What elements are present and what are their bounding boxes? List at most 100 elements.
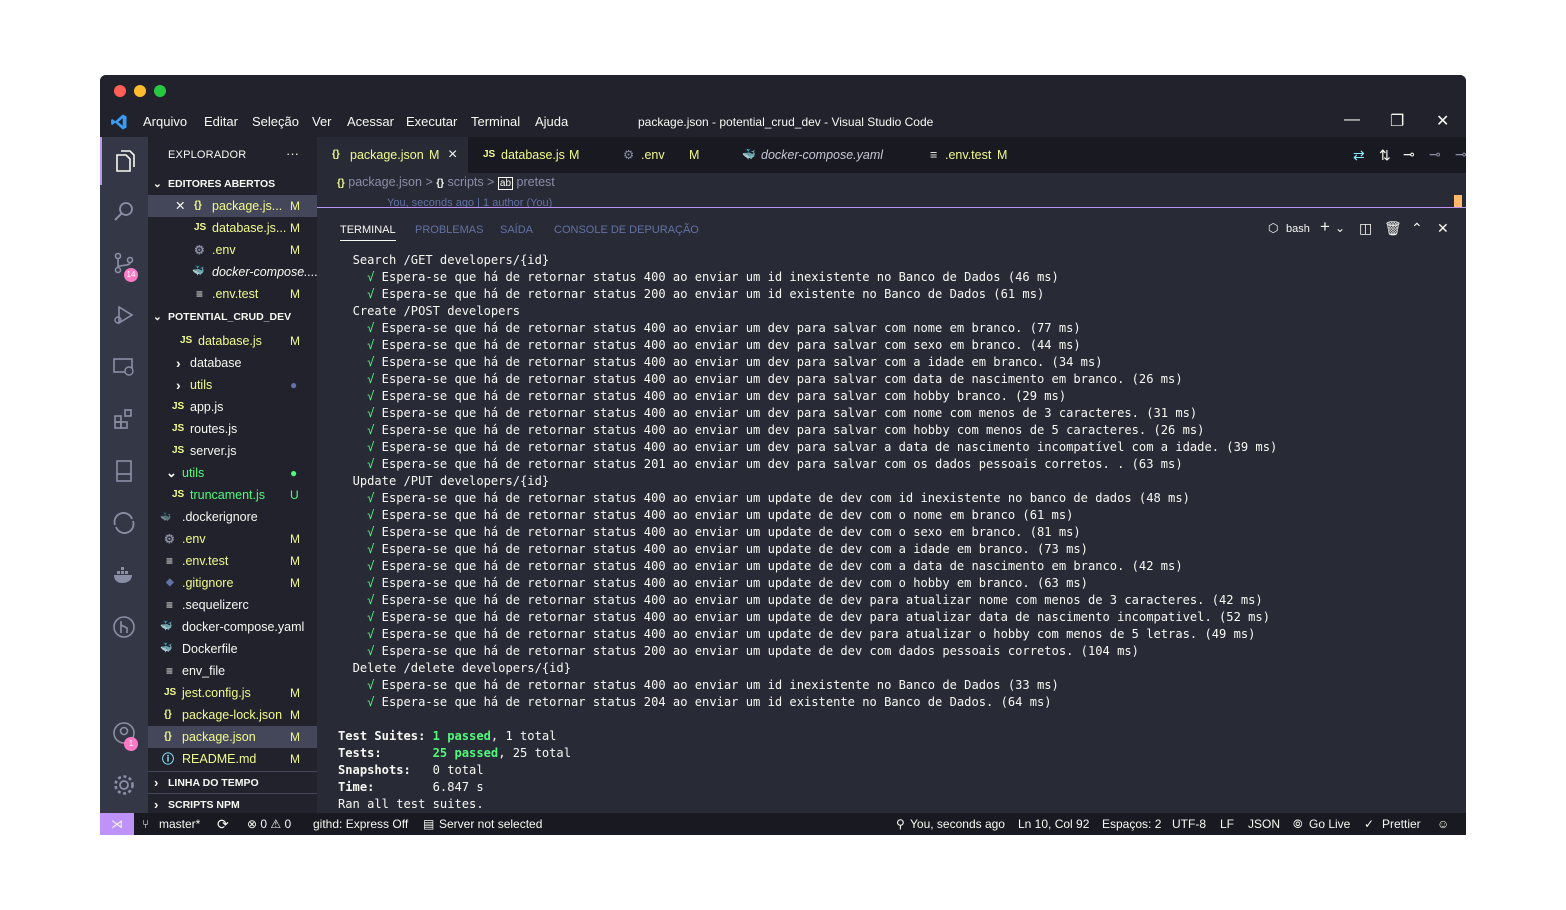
zoom-window-dot[interactable]	[154, 85, 166, 97]
explorer-icon[interactable]	[112, 149, 136, 173]
tab-problemas[interactable]: PROBLEMAS	[415, 224, 483, 236]
tab-console-depuracao[interactable]: CONSOLE DE DEPURAÇÃO	[554, 224, 699, 236]
timeline-section[interactable]: › LINHA DO TEMPO	[148, 771, 317, 794]
tab-terminal[interactable]: TERMINAL	[340, 224, 396, 241]
tab-env-test[interactable]: ≡ .env.test M	[916, 137, 1036, 173]
file-item[interactable]: JS truncament.js U	[148, 484, 317, 506]
previous-change-icon[interactable]: ⊸	[1429, 146, 1441, 163]
docker-icon[interactable]	[112, 563, 136, 587]
javascript-icon: JS	[194, 222, 207, 233]
close-icon[interactable]: ×	[448, 137, 457, 173]
problems-indicator[interactable]: ⊗ 0 ⚠ 0	[247, 813, 291, 835]
file-item[interactable]: JS jest.config.js M	[148, 682, 317, 704]
menu-executar[interactable]: Executar	[406, 114, 457, 129]
breadcrumb-leaf[interactable]: pretest	[517, 175, 555, 189]
cursor-position[interactable]: Ln 10, Col 92	[1018, 813, 1089, 835]
menu-acessar[interactable]: Acessar	[347, 114, 394, 129]
file-item[interactable]: JS routes.js	[148, 418, 317, 440]
extensions-icon[interactable]	[112, 407, 136, 431]
folder-item[interactable]: › utils ●	[148, 374, 317, 396]
trash-icon[interactable]: 🗑	[1384, 220, 1402, 237]
menu-terminal[interactable]: Terminal	[471, 114, 520, 129]
gear-icon[interactable]	[112, 773, 136, 797]
git-graph-icon[interactable]	[112, 615, 136, 639]
tab-env[interactable]: ⚙ .env M	[609, 137, 728, 173]
run-debug-icon[interactable]	[112, 303, 136, 327]
blame-status[interactable]: You, seconds ago	[910, 813, 1005, 835]
file-item[interactable]: {} package.json M	[148, 726, 317, 748]
restore-icon[interactable]: ❐	[1390, 111, 1404, 131]
chevron-down-icon[interactable]: ⌄	[1335, 221, 1345, 235]
file-item[interactable]: ≡ env_file	[148, 660, 317, 682]
file-item[interactable]: JS app.js	[148, 396, 317, 418]
file-item[interactable]: 🐳 .dockerignore	[148, 506, 317, 528]
breadcrumb-key[interactable]: scripts	[448, 175, 484, 189]
file-item[interactable]: ≡ .sequelizerc	[148, 594, 317, 616]
next-change-icon[interactable]: ⊸	[1455, 146, 1466, 163]
open-editor-item[interactable]: ⚙ .env M	[148, 239, 317, 261]
open-changes-icon[interactable]: ⇅	[1379, 147, 1391, 164]
open-editor-item[interactable]: JS database.js... M	[148, 217, 317, 239]
close-window-dot[interactable]	[114, 85, 126, 97]
untracked-dot-icon: ●	[290, 466, 298, 480]
close-icon[interactable]: ✕	[1436, 111, 1449, 131]
sync-icon[interactable]: ⟳	[217, 813, 229, 835]
tab-database-js[interactable]: JS database.js M	[468, 137, 609, 173]
git-commit-icon[interactable]: ⊸	[1403, 146, 1415, 163]
prettier[interactable]: Prettier	[1382, 813, 1421, 835]
open-editor-item[interactable]: ✕ {} package.js... M	[148, 195, 317, 217]
end-of-line[interactable]: LF	[1220, 813, 1234, 835]
file-item[interactable]: JS server.js	[148, 440, 317, 462]
compare-changes-icon[interactable]: ⇄	[1353, 147, 1365, 164]
feedback-icon[interactable]: ☺	[1437, 813, 1449, 835]
minimize-icon[interactable]: —	[1344, 111, 1360, 129]
file-item[interactable]: ⓘ README.md M	[148, 748, 317, 770]
open-editors-section[interactable]: ⌄ EDITORES ABERTOS	[148, 173, 317, 195]
language-mode[interactable]: JSON	[1248, 813, 1280, 835]
server-status[interactable]: Server not selected	[439, 813, 542, 835]
file-item[interactable]: ≡ .env.test M	[148, 550, 317, 572]
minimize-window-dot[interactable]	[134, 85, 146, 97]
githd-status[interactable]: githd: Express Off	[313, 813, 408, 835]
live-share-icon[interactable]	[112, 511, 136, 535]
indentation[interactable]: Espaços: 2	[1102, 813, 1161, 835]
open-editor-item[interactable]: ≡ .env.test M	[148, 283, 317, 305]
file-item[interactable]: JS database.js M	[148, 330, 317, 352]
menu-ajuda[interactable]: Ajuda	[535, 114, 568, 129]
terminal-output[interactable]: Search /GET developers/{id} √ Espera-se …	[338, 252, 1277, 813]
menu-editar[interactable]: Editar	[204, 114, 238, 129]
tab-package-json[interactable]: {} package.json M ×	[317, 137, 468, 173]
folder-item[interactable]: › database	[148, 352, 317, 374]
file-item[interactable]: 🐳 docker-compose.yaml	[148, 616, 317, 638]
remote-indicator[interactable]: ⋊	[100, 813, 134, 835]
menu-selecao[interactable]: Seleção	[252, 114, 299, 129]
terminal-line-text: Espera-se que há de retornar status 400 …	[374, 372, 1183, 386]
split-terminal-icon[interactable]: ◫	[1359, 220, 1372, 237]
more-actions-icon[interactable]: ···	[286, 146, 299, 161]
maximize-panel-icon[interactable]: ⌃	[1411, 220, 1423, 237]
git-branch[interactable]: master*	[159, 813, 200, 835]
notebook-icon[interactable]	[112, 459, 136, 483]
folder-item[interactable]: ⌄ utils ●	[148, 462, 317, 484]
file-item[interactable]: {} package-lock.json M	[148, 704, 317, 726]
tab-saida[interactable]: SAÍDA	[500, 224, 533, 236]
breadcrumb-file[interactable]: package.json	[348, 175, 422, 189]
remote-explorer-icon[interactable]	[112, 355, 136, 379]
text-file-icon: ≡	[166, 664, 174, 678]
project-section[interactable]: ⌄ POTENTIAL_CRUD_DEV	[148, 306, 317, 328]
close-panel-icon[interactable]: ✕	[1437, 220, 1449, 237]
menu-ver[interactable]: Ver	[312, 114, 332, 129]
menu-arquivo[interactable]: Arquivo	[143, 114, 187, 129]
shell-selector[interactable]: bash	[1286, 223, 1310, 235]
file-item[interactable]: ⚙ .env M	[148, 528, 317, 550]
terminal-line: √ Espera-se que há de retornar status 40…	[338, 405, 1277, 422]
search-icon[interactable]	[112, 199, 136, 223]
open-editor-item[interactable]: 🐳 docker-compose....	[148, 261, 317, 283]
close-icon[interactable]: ✕	[175, 195, 185, 217]
go-live[interactable]: Go Live	[1309, 813, 1350, 835]
file-item[interactable]: ◆ .gitignore M	[148, 572, 317, 594]
file-item[interactable]: 🐳 Dockerfile	[148, 638, 317, 660]
encoding[interactable]: UTF-8	[1172, 813, 1206, 835]
new-terminal-icon[interactable]: +	[1320, 217, 1330, 237]
tab-docker-compose[interactable]: 🐳 docker-compose.yaml	[728, 137, 916, 173]
